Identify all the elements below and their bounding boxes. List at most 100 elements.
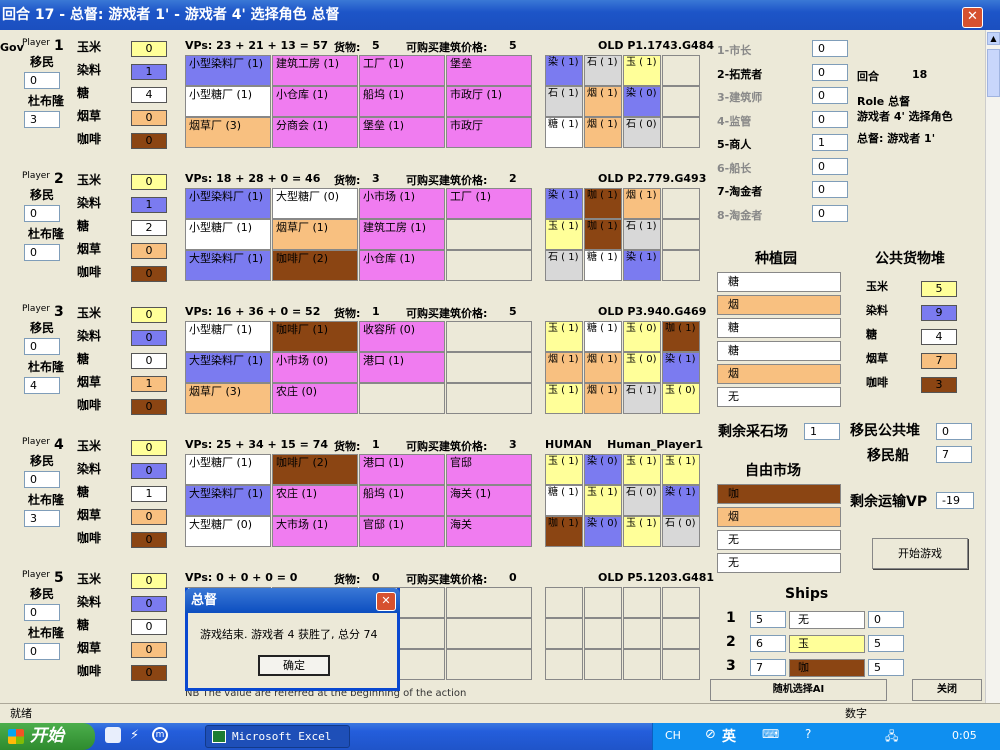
market-slot[interactable]: 无 [717, 530, 841, 550]
building-slot[interactable]: 大型糖厂 (0) [272, 188, 358, 219]
plantation-slot[interactable] [545, 587, 583, 618]
coffee-stock[interactable]: 0 [131, 399, 167, 415]
building-slot[interactable]: 大型糖厂 (0) [185, 516, 271, 547]
role-doubloons[interactable]: 0 [812, 63, 848, 81]
plantation-slot[interactable]: 烟 ( 1) [584, 383, 622, 414]
desktop-icon[interactable] [105, 727, 121, 743]
plantation-slot[interactable] [662, 649, 700, 680]
dialog-close-icon[interactable]: ✕ [376, 592, 396, 611]
building-slot[interactable]: 咖啡厂 (2) [272, 250, 358, 281]
plantation-slot[interactable]: 玉 ( 1) [545, 383, 583, 414]
plantation-slot[interactable]: 玉 ( 1) [662, 454, 700, 485]
start-button[interactable]: 开始 [0, 723, 95, 750]
plantation-slot[interactable]: 染 ( 1) [623, 250, 661, 281]
plantation-slot[interactable] [545, 649, 583, 680]
coffee-stock[interactable]: 0 [131, 133, 167, 149]
sugar-stock[interactable]: 0 [131, 619, 167, 635]
pool-plantation[interactable]: 糖 [717, 272, 841, 292]
building-slot[interactable]: 小型糖厂 (1) [185, 86, 271, 117]
plantation-slot[interactable]: 咖 ( 1) [662, 321, 700, 352]
tobacco-stock[interactable]: 0 [131, 642, 167, 658]
indigo-stock[interactable]: 0 [131, 463, 167, 479]
building-slot[interactable] [446, 250, 532, 281]
colonist-count[interactable]: 0 [24, 604, 60, 621]
market-slot[interactable]: 烟 [717, 507, 841, 527]
plantation-slot[interactable]: 染 ( 0) [584, 516, 622, 547]
plantation-slot[interactable]: 石 ( 0) [662, 516, 700, 547]
plantation-slot[interactable]: 烟 ( 1) [545, 352, 583, 383]
plantation-slot[interactable] [662, 188, 700, 219]
building-slot[interactable] [446, 649, 532, 680]
plantation-slot[interactable] [662, 250, 700, 281]
corn-stock[interactable]: 0 [131, 41, 167, 57]
colonist-count[interactable]: 0 [24, 471, 60, 488]
scroll-up-icon[interactable]: ▲ [987, 32, 1000, 45]
building-slot[interactable]: 收容所 (0) [359, 321, 445, 352]
building-slot[interactable]: 官邸 [446, 454, 532, 485]
media-icon[interactable]: m [152, 727, 168, 743]
plantation-slot[interactable]: 玉 ( 0) [662, 383, 700, 414]
tobacco-stock[interactable]: 0 [131, 243, 167, 259]
building-slot[interactable]: 农庄 (0) [272, 383, 358, 414]
role-doubloons[interactable]: 0 [812, 204, 848, 222]
sugar-stock[interactable]: 2 [131, 220, 167, 236]
plantation-slot[interactable]: 玉 ( 0) [623, 352, 661, 383]
plantation-slot[interactable]: 染 ( 0) [623, 86, 661, 117]
plantation-slot[interactable]: 石 ( 1) [545, 250, 583, 281]
building-slot[interactable]: 小市场 (1) [359, 188, 445, 219]
market-slot[interactable]: 无 [717, 553, 841, 573]
ship-cargo[interactable]: 无 [789, 611, 865, 629]
random-ai-button[interactable]: 随机选择AI [710, 679, 887, 701]
plantation-slot[interactable] [662, 587, 700, 618]
plantation-slot[interactable]: 石 ( 0) [623, 117, 661, 148]
plantation-slot[interactable]: 玉 ( 1) [623, 454, 661, 485]
scroll-thumb[interactable] [987, 49, 1000, 97]
plantation-slot[interactable] [662, 117, 700, 148]
plantation-slot[interactable]: 染 ( 1) [662, 485, 700, 516]
ship-capacity[interactable]: 5 [750, 611, 786, 628]
pool-plantation[interactable]: 糖 [717, 341, 841, 361]
building-slot[interactable]: 官邸 (1) [359, 516, 445, 547]
plantation-slot[interactable]: 烟 ( 1) [584, 352, 622, 383]
building-slot[interactable]: 建筑工房 (1) [272, 55, 358, 86]
plantation-slot[interactable]: 咖 ( 1) [584, 188, 622, 219]
plantation-slot[interactable]: 染 ( 1) [662, 352, 700, 383]
indigo-stock[interactable]: 0 [131, 596, 167, 612]
coffee-stock[interactable]: 0 [131, 266, 167, 282]
plantation-slot[interactable] [662, 86, 700, 117]
indigo-stock[interactable]: 1 [131, 64, 167, 80]
quarries-value[interactable]: 1 [804, 423, 840, 440]
plantation-slot[interactable]: 玉 ( 1) [545, 321, 583, 352]
ship-cargo[interactable]: 咖 [789, 659, 865, 677]
building-slot[interactable]: 烟草厂 (3) [185, 383, 271, 414]
building-slot[interactable] [359, 383, 445, 414]
role-doubloons[interactable]: 0 [812, 40, 848, 57]
building-slot[interactable]: 小型糖厂 (1) [185, 219, 271, 250]
role-doubloons[interactable]: 0 [812, 110, 848, 128]
plantation-slot[interactable]: 玉 ( 1) [584, 485, 622, 516]
corn-stock[interactable]: 0 [131, 573, 167, 589]
plantation-slot[interactable]: 石 ( 1) [623, 219, 661, 250]
colonist-count[interactable]: 0 [24, 72, 60, 89]
corn-stock[interactable]: 0 [131, 307, 167, 323]
colonist-ship-value[interactable]: 7 [936, 446, 972, 463]
dialog-ok-button[interactable]: 确定 [258, 655, 330, 676]
plantation-slot[interactable]: 染 ( 1) [545, 55, 583, 86]
building-slot[interactable]: 港口 (1) [359, 352, 445, 383]
building-slot[interactable] [446, 321, 532, 352]
lang-indicator[interactable]: CH [665, 729, 681, 742]
building-slot[interactable]: 堡垒 (1) [359, 117, 445, 148]
role-doubloons[interactable]: 0 [812, 181, 848, 198]
building-slot[interactable]: 咖啡厂 (2) [272, 454, 358, 485]
plantation-slot[interactable]: 石 ( 1) [545, 86, 583, 117]
corn-stock[interactable]: 0 [131, 440, 167, 456]
plantation-slot[interactable] [623, 649, 661, 680]
building-slot[interactable]: 建筑工房 (1) [359, 219, 445, 250]
building-slot[interactable]: 小型染料厂 (1) [185, 188, 271, 219]
building-slot[interactable]: 咖啡厂 (1) [272, 321, 358, 352]
building-slot[interactable]: 堡垒 [446, 55, 532, 86]
close-window-button[interactable]: ✕ [962, 7, 983, 28]
help-icon[interactable]: ? [805, 727, 811, 741]
pool-plantation[interactable]: 糖 [717, 318, 841, 338]
building-slot[interactable]: 分商会 (1) [272, 117, 358, 148]
